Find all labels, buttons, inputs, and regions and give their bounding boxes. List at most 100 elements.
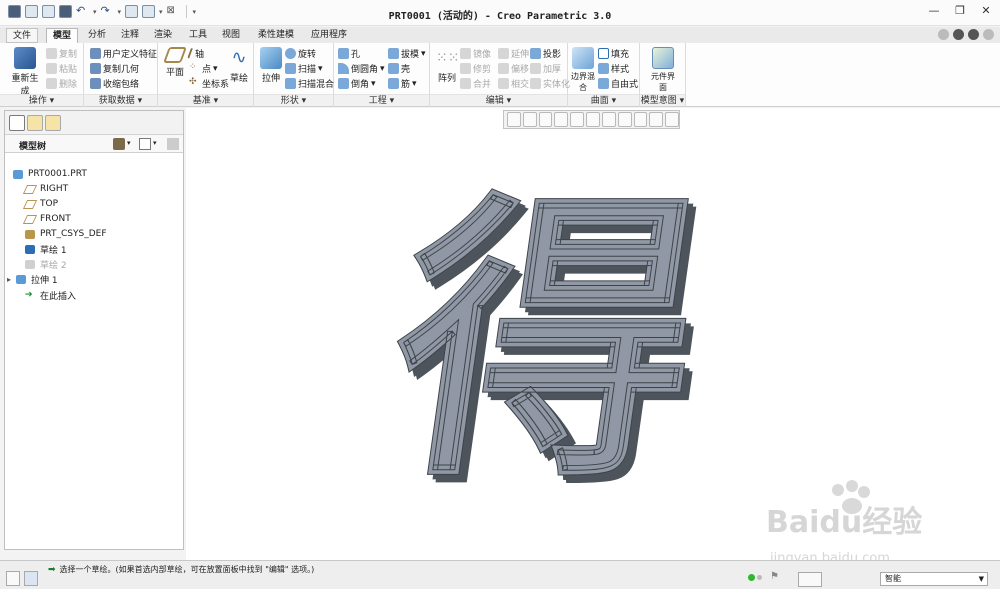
- toggle-navigator-icon[interactable]: [6, 571, 20, 586]
- group-label-shapes[interactable]: 形状 ▾: [254, 94, 333, 106]
- tree-node[interactable]: RIGHT: [22, 182, 68, 196]
- expand-icon[interactable]: ▸: [7, 275, 11, 284]
- tree-node[interactable]: ▸ 拉伸 1: [7, 272, 58, 286]
- close-window-icon[interactable]: ✕: [978, 4, 994, 18]
- point-dropdown-icon[interactable]: ▾: [213, 64, 218, 74]
- extrude-button[interactable]: 拉伸: [256, 47, 286, 84]
- spin-center-icon[interactable]: [665, 112, 679, 127]
- search-icon[interactable]: [953, 29, 964, 40]
- sketch-button[interactable]: ∿ 草绘: [224, 47, 254, 84]
- chamfer-button[interactable]: 倒角 ▾: [338, 77, 376, 90]
- axis-button[interactable]: 轴: [187, 47, 204, 60]
- group-label-surfaces[interactable]: 曲面 ▾: [568, 94, 639, 106]
- rib-button[interactable]: 筋 ▾: [388, 77, 417, 90]
- help-icon[interactable]: [968, 29, 979, 40]
- repaint-icon[interactable]: [554, 112, 569, 127]
- tab-model[interactable]: 模型: [46, 28, 79, 43]
- tab-file[interactable]: 文件: [6, 28, 39, 43]
- mirror-button[interactable]: 镜像: [460, 47, 491, 60]
- copy-button[interactable]: 复制: [46, 47, 77, 60]
- project-button[interactable]: 投影: [530, 47, 561, 60]
- minimize-icon[interactable]: —: [926, 4, 942, 18]
- perspective-icon[interactable]: [617, 112, 632, 127]
- tree-settings-icon[interactable]: [113, 138, 125, 150]
- maximize-icon[interactable]: ❐: [952, 4, 968, 18]
- group-label-datum[interactable]: 基准 ▾: [158, 94, 253, 106]
- component-interface-button[interactable]: 元件界面: [648, 47, 678, 93]
- merge-button[interactable]: 合并: [460, 77, 491, 90]
- datum-display-icon[interactable]: [633, 112, 648, 127]
- sweep-dropdown-icon[interactable]: ▾: [318, 64, 323, 74]
- zoom-in-icon[interactable]: [522, 112, 537, 127]
- tree-node[interactable]: 草绘 2: [25, 257, 67, 271]
- refit-icon[interactable]: [507, 112, 521, 127]
- tree-node[interactable]: ➔ 在此插入: [25, 288, 76, 302]
- tree-node[interactable]: PRT0001.PRT: [13, 167, 87, 181]
- show-icon[interactable]: [139, 138, 151, 150]
- round-dropdown-icon[interactable]: ▾: [380, 64, 385, 74]
- tab-view[interactable]: 视图: [216, 28, 246, 43]
- paste-button[interactable]: 粘贴: [46, 62, 77, 75]
- annotation-display-icon[interactable]: [649, 112, 664, 127]
- zoom-out-icon[interactable]: [538, 112, 553, 127]
- solidify-button[interactable]: 实体化: [530, 77, 570, 90]
- collapse-ribbon-icon[interactable]: [938, 29, 949, 40]
- trim-button[interactable]: 修剪: [460, 62, 491, 75]
- draft-dropdown-icon[interactable]: ▾: [421, 49, 426, 59]
- group-label-engineering[interactable]: 工程 ▾: [334, 94, 429, 106]
- copy-geometry-button[interactable]: 复制几何: [90, 62, 139, 75]
- tree-node[interactable]: FRONT: [22, 212, 71, 226]
- sweep-button[interactable]: 扫描 ▾: [285, 62, 323, 75]
- freestyle-button[interactable]: 自由式: [598, 77, 638, 90]
- plane-button[interactable]: 平面: [160, 47, 190, 78]
- extruded-glyph-model[interactable]: 得 得 得: [372, 168, 730, 526]
- shrinkwrap-button[interactable]: 收缩包络: [90, 77, 139, 90]
- tree-node[interactable]: 草绘 1: [25, 242, 67, 256]
- tab-annotate[interactable]: 注释: [115, 28, 145, 43]
- group-label-editing[interactable]: 编辑 ▾: [430, 94, 567, 106]
- tab-flexible-modeling[interactable]: 柔性建模: [252, 28, 300, 43]
- draft-button[interactable]: 拔模 ▾: [388, 47, 426, 60]
- extend-button[interactable]: 延伸: [498, 47, 529, 60]
- revolve-button[interactable]: 旋转: [285, 47, 316, 60]
- flag-icon[interactable]: ⚑: [770, 571, 779, 582]
- intersect-button[interactable]: 相交: [498, 77, 529, 90]
- tree-node[interactable]: TOP: [22, 197, 58, 211]
- swept-blend-button[interactable]: 扫描混合: [285, 77, 334, 90]
- chamfer-dropdown-icon[interactable]: ▾: [371, 79, 376, 89]
- csys-button[interactable]: ✣ 坐标系: [189, 77, 229, 91]
- udf-button[interactable]: 用户定义特征: [90, 47, 157, 60]
- thicken-button[interactable]: 加厚: [530, 62, 561, 75]
- favorites-tab-icon[interactable]: [45, 115, 61, 131]
- fill-button[interactable]: 填充: [598, 47, 629, 60]
- group-label-operations[interactable]: 操作 ▾: [0, 94, 83, 106]
- tab-analysis[interactable]: 分析: [82, 28, 112, 43]
- tree-settings-dropdown-icon[interactable]: ▾: [127, 139, 131, 147]
- show-dropdown-icon[interactable]: ▾: [153, 139, 157, 147]
- display-style-icon[interactable]: [570, 112, 585, 127]
- group-label-get-data[interactable]: 获取数据 ▾: [84, 94, 157, 106]
- model-tree-tab-icon[interactable]: [9, 115, 25, 131]
- tree-node[interactable]: PRT_CSYS_DEF: [25, 227, 107, 241]
- point-button[interactable]: ⁘ 点 ▾: [189, 62, 218, 76]
- shell-button[interactable]: 壳: [388, 62, 410, 75]
- filter-icon[interactable]: [167, 138, 179, 150]
- tab-render[interactable]: 渲染: [148, 28, 178, 43]
- rib-dropdown-icon[interactable]: ▾: [412, 79, 417, 89]
- boundary-blend-button[interactable]: 边界混合: [568, 47, 598, 93]
- selection-filter[interactable]: 智能 ▼: [880, 572, 988, 586]
- settings-icon[interactable]: [983, 29, 994, 40]
- browser-icon[interactable]: [24, 571, 38, 586]
- selection-button[interactable]: [798, 572, 822, 587]
- folder-browser-tab-icon[interactable]: [27, 115, 43, 131]
- regenerate-button[interactable]: 重新生成: [8, 47, 42, 97]
- tab-applications[interactable]: 应用程序: [305, 28, 353, 43]
- group-label-model-intent[interactable]: 模型意图 ▾: [640, 94, 685, 106]
- saved-orientations-icon[interactable]: [586, 112, 600, 127]
- view-manager-icon[interactable]: [601, 112, 616, 127]
- pattern-button[interactable]: ⁙⁙ 阵列: [432, 47, 462, 84]
- round-button[interactable]: 倒圆角 ▾: [338, 62, 385, 75]
- offset-button[interactable]: 偏移: [498, 62, 529, 75]
- style-button[interactable]: 样式: [598, 62, 629, 75]
- delete-button[interactable]: 删除: [46, 77, 77, 90]
